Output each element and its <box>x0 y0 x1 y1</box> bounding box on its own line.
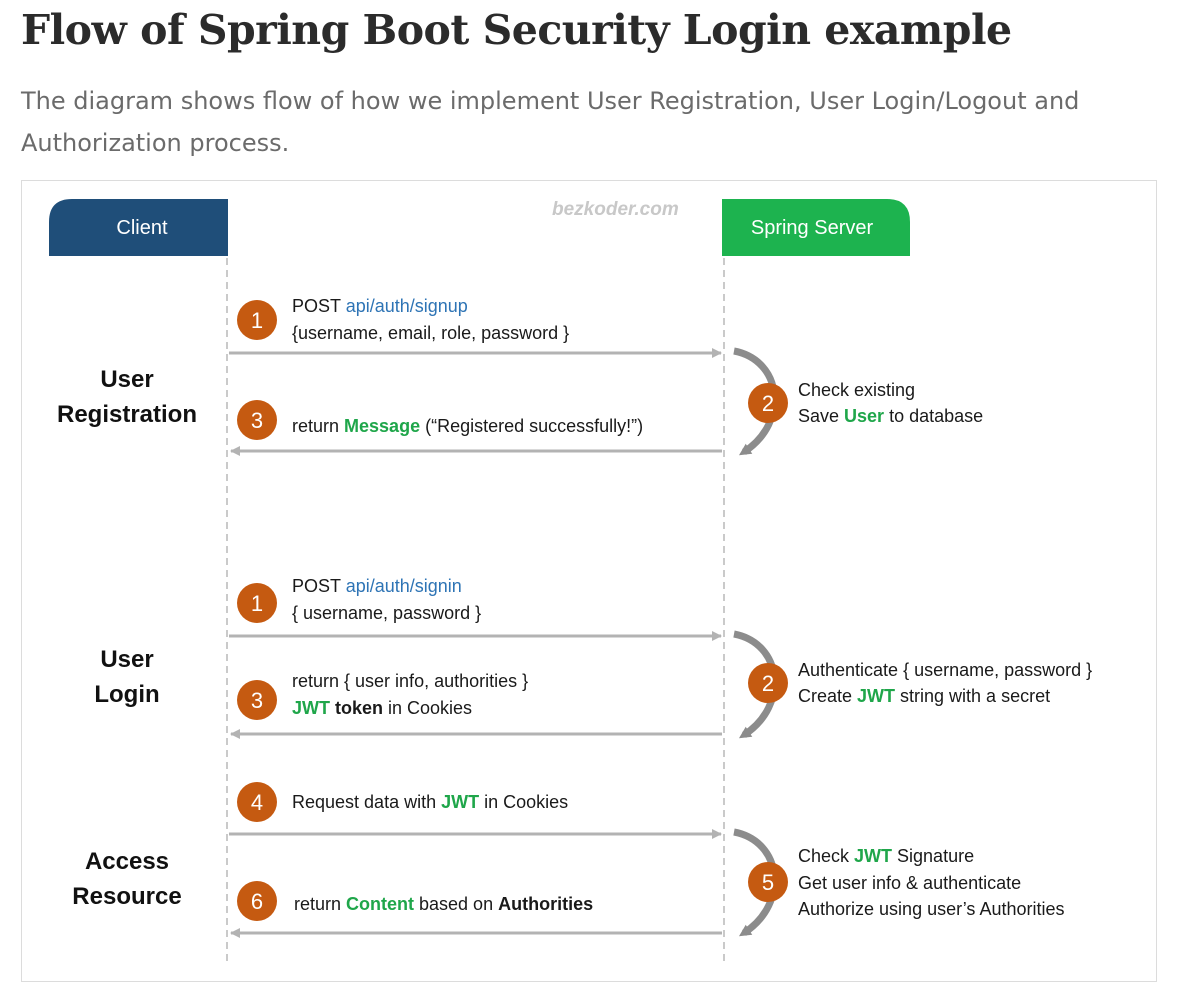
step-number: 4 <box>251 790 263 815</box>
step-number: 3 <box>251 408 263 433</box>
text-segment: token <box>330 698 383 718</box>
signin-request-body: { username, password } <box>292 603 481 623</box>
text-segment: Message <box>344 416 420 436</box>
text-segment: in Cookies <box>479 792 568 812</box>
text-segment: string with a secret <box>895 686 1050 706</box>
signin-request-line1: POST api/auth/signin <box>292 576 462 596</box>
watermark: bezkoder.com <box>552 199 679 220</box>
resource-request: Request data with JWT in Cookies <box>292 792 568 812</box>
text-segment: to database <box>884 406 983 426</box>
registration-check-line1: Check existing <box>798 380 915 400</box>
section-access-line1: Access <box>85 848 169 875</box>
signin-endpoint: api/auth/signin <box>346 576 462 596</box>
text-segment: POST <box>292 576 346 596</box>
signup-request-body: {username, email, role, password } <box>292 323 569 343</box>
access-check-line3: Authorize using user’s Authorities <box>798 899 1064 919</box>
login-auth-line2: Create JWT string with a secret <box>798 686 1050 706</box>
step-number: 1 <box>251 591 263 616</box>
signup-response: return Message (“Registered successfully… <box>292 416 643 436</box>
server-label: Spring Server <box>751 217 874 239</box>
text-segment: (“Registered successfully!”) <box>420 416 643 436</box>
step-number: 1 <box>251 308 263 333</box>
text-segment: return <box>294 894 346 914</box>
text-segment: based on <box>414 894 498 914</box>
text-segment: Check <box>798 846 854 866</box>
text-segment: JWT <box>857 686 895 706</box>
flow-diagram: bezkoder.com Client Spring Server User R… <box>49 199 1092 962</box>
login-auth-line1: Authenticate { username, password } <box>798 660 1092 680</box>
section-login-line2: Login <box>94 681 159 708</box>
text-segment: Content <box>346 894 414 914</box>
text-segment: in Cookies <box>383 698 472 718</box>
registration-check-line2: Save User to database <box>798 406 983 426</box>
signup-request-line1: POST api/auth/signup <box>292 296 468 316</box>
step-number: 2 <box>762 671 774 696</box>
access-check-line2: Get user info & authenticate <box>798 873 1021 893</box>
section-registration-line1: User <box>100 366 153 393</box>
text-segment: JWT <box>854 846 892 866</box>
signup-endpoint: api/auth/signup <box>346 296 468 316</box>
text-segment: POST <box>292 296 346 316</box>
text-segment: User <box>844 406 884 426</box>
signin-response-line1: return { user info, authorities } <box>292 671 528 691</box>
client-label: Client <box>116 217 168 239</box>
resource-response: return Content based on Authorities <box>294 894 593 914</box>
section-access-line2: Resource <box>72 883 181 910</box>
text-segment: return <box>292 416 344 436</box>
text-segment: JWT <box>292 698 330 718</box>
text-segment: JWT <box>441 792 479 812</box>
section-registration-line2: Registration <box>57 401 197 428</box>
text-segment: Save <box>798 406 844 426</box>
step-number: 6 <box>251 889 263 914</box>
access-check-line1: Check JWT Signature <box>798 846 974 866</box>
text-segment: Signature <box>892 846 974 866</box>
section-login-line1: User <box>100 646 153 673</box>
text-segment: Request data with <box>292 792 441 812</box>
text-segment: Authorities <box>498 894 593 914</box>
step-number: 5 <box>762 870 774 895</box>
signin-response-line2: JWT token in Cookies <box>292 698 472 718</box>
step-number: 2 <box>762 391 774 416</box>
text-segment: Create <box>798 686 857 706</box>
step-number: 3 <box>251 688 263 713</box>
